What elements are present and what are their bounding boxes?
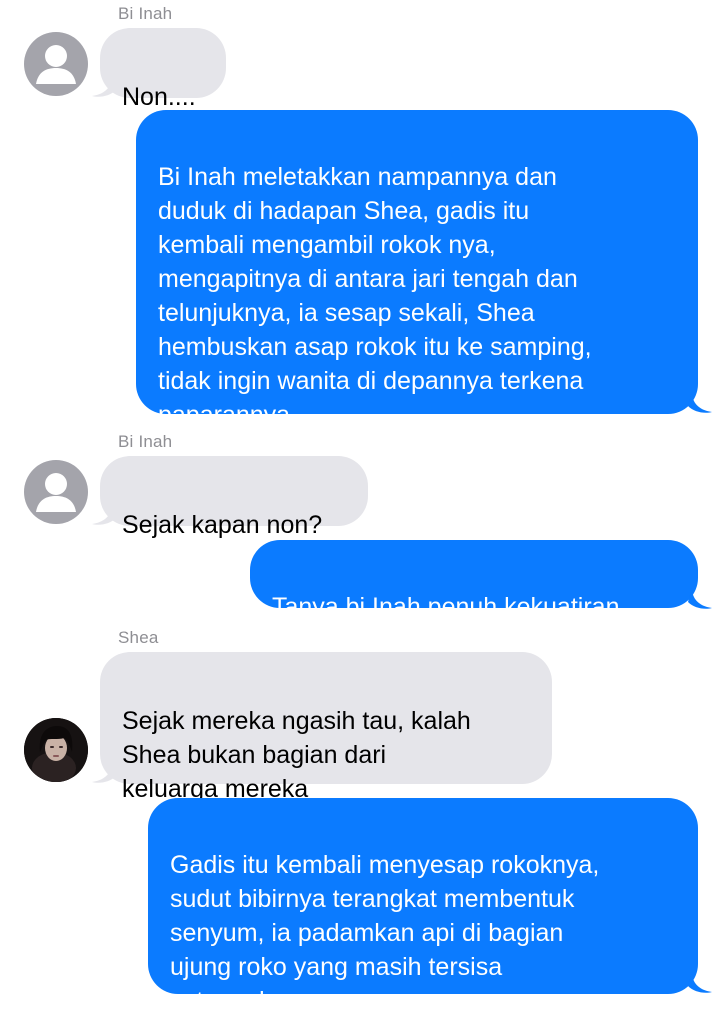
sender-name: Bi Inah [118, 432, 173, 451]
incoming-message-bubble[interactable]: Sejak mereka ngasih tau, kalah Shea buka… [100, 652, 552, 803]
incoming-message-bubble[interactable]: Non.... [100, 28, 226, 111]
incoming-message-bubble[interactable]: Sejak kapan non? [100, 456, 368, 539]
bubble-tail [688, 588, 712, 609]
message-thread: Bi Inah Non.... Bi Inah meletakkan nampa… [0, 0, 720, 1015]
sender-name: Shea [118, 628, 159, 647]
default-person-icon[interactable] [24, 460, 88, 524]
sender-name: Bi Inah [118, 4, 173, 23]
outgoing-message-bubble[interactable]: Gadis itu kembali menyesap rokoknya, sud… [148, 798, 698, 1015]
message-text: Sejak mereka ngasih tau, kalah Shea buka… [122, 707, 471, 803]
profile-photo[interactable] [24, 718, 88, 782]
message-text: Gadis itu kembali menyesap rokoknya, sud… [170, 851, 600, 1015]
outgoing-message-bubble[interactable]: Bi Inah meletakkan nampannya dan duduk d… [136, 110, 698, 429]
outgoing-message-bubble[interactable]: Tanya bi Inah penuh kekuatiran [250, 540, 698, 621]
bubble-tail [688, 972, 712, 993]
message-text: Non.... [122, 83, 196, 111]
message-text: Tanya bi Inah penuh kekuatiran [272, 593, 620, 621]
message-text: Sejak kapan non? [122, 511, 323, 539]
message-text: Bi Inah meletakkan nampannya dan duduk d… [158, 163, 592, 429]
bubble-tail [688, 392, 712, 413]
default-person-icon[interactable] [24, 32, 88, 96]
